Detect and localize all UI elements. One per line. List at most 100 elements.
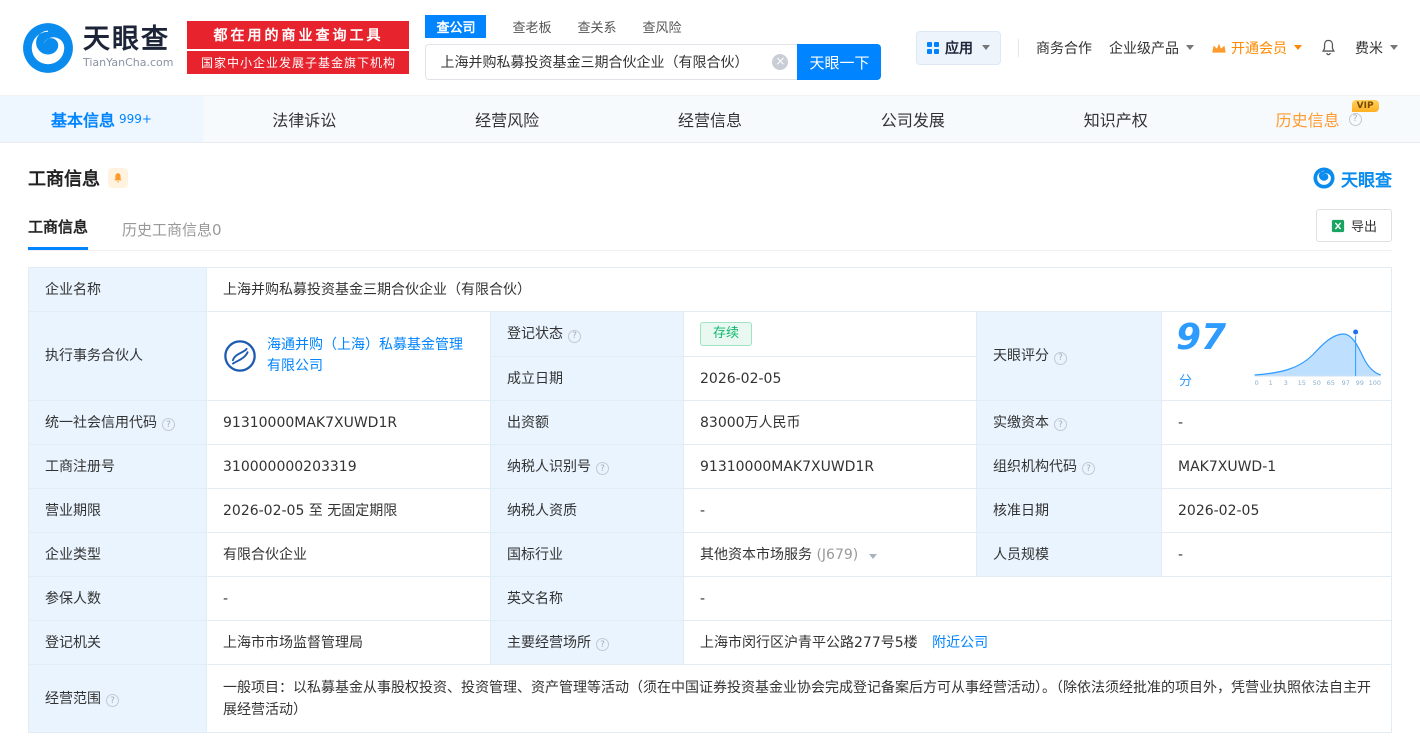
clear-icon[interactable] (772, 54, 789, 70)
business-term-label: 营业期限 (28, 488, 207, 533)
brand-domain: TianYanCha.com (83, 56, 174, 70)
capital-value: 83000万人民币 (683, 400, 977, 445)
approval-date-label: 核准日期 (976, 488, 1162, 533)
watermark-text: 天眼查 (1341, 170, 1392, 191)
apps-grid-icon (927, 41, 939, 54)
help-icon[interactable] (1054, 351, 1067, 365)
english-name-label: 英文名称 (490, 576, 684, 621)
tab-basic-info[interactable]: 基本信息 999+ (0, 96, 203, 142)
label-text: 经营范围 (45, 690, 101, 707)
banner-line1: 都在用的商业查询工具 (187, 21, 410, 49)
tab-label: 历史信息 (1275, 111, 1340, 130)
open-vip-label: 开通会员 (1231, 40, 1287, 57)
business-info-table: 企业名称 上海并购私募投资基金三期合伙企业（有限合伙） 执行事务合伙人 海通并购… (28, 267, 1392, 733)
search-tab-company[interactable]: 查公司 (425, 15, 487, 38)
tianyancha-logo-icon (1313, 167, 1335, 189)
subscribe-bell-icon[interactable] (108, 168, 128, 188)
table-row: 企业名称 上海并购私募投资基金三期合伙企业（有限合伙） (28, 267, 1392, 312)
business-cooperation-link[interactable]: 商务合作 (1036, 38, 1092, 58)
count-badge: 999+ (118, 112, 152, 126)
svg-text:97: 97 (1341, 379, 1349, 387)
search-tab-boss[interactable]: 查老板 (512, 17, 551, 36)
tab-label: 经营信息 (678, 111, 743, 130)
org-code-value: MAK7XUWD-1 (1161, 444, 1392, 489)
open-vip-link[interactable]: 开通会员 (1211, 38, 1302, 58)
apps-label: 应用 (945, 40, 973, 57)
tab-company-development[interactable]: 公司发展 (811, 96, 1014, 142)
notification-bell-icon[interactable] (1319, 38, 1338, 57)
registration-number-label: 工商注册号 (28, 444, 207, 489)
search-tab-relation[interactable]: 查关系 (577, 17, 616, 36)
staff-size-label: 人员规模 (976, 532, 1162, 577)
svg-text:1: 1 (1268, 379, 1272, 387)
approval-date-value: 2026-02-05 (1161, 488, 1392, 533)
search-box (425, 44, 798, 80)
tab-label: 法律诉讼 (272, 111, 337, 130)
tianyancha-logo-icon (23, 22, 73, 73)
english-name-value: - (683, 576, 1392, 621)
credit-code-label: 统一社会信用代码 (28, 400, 207, 445)
help-icon[interactable] (106, 694, 119, 707)
taxpayer-quality-value: - (683, 488, 977, 533)
company-name-label: 企业名称 (28, 267, 207, 312)
svg-text:15: 15 (1297, 379, 1305, 387)
business-address-label: 主要经营场所 (490, 620, 684, 665)
chevron-down-icon[interactable] (868, 553, 877, 559)
label-text: 登记状态 (507, 326, 563, 342)
registration-number-value: 310000000203319 (206, 444, 491, 489)
registry-authority-value: 上海市市场监督管理局 (206, 620, 491, 665)
help-icon[interactable] (1054, 418, 1067, 431)
business-address-value: 上海市闵行区沪青平公路277号5楼 附近公司 (683, 620, 1392, 665)
chevron-down-icon (1390, 45, 1398, 50)
tianyancha-logo[interactable]: 天眼查 TianYanCha.com (22, 22, 173, 74)
staff-size-value: - (1161, 532, 1392, 577)
taxpayer-id-label: 纳税人识别号 (490, 444, 684, 489)
executive-partner-value: 海通并购（上海）私募基金管理有限公司 (206, 311, 491, 401)
help-icon[interactable] (1082, 462, 1095, 475)
executive-partner-link[interactable]: 海通并购（上海）私募基金管理有限公司 (267, 335, 474, 377)
help-icon[interactable] (596, 638, 609, 651)
company-type-label: 企业类型 (28, 532, 207, 577)
industry-label: 国标行业 (490, 532, 684, 577)
status-badge: 存续 (700, 322, 753, 346)
subtab-history-business-info[interactable]: 历史工商信息0 (122, 219, 222, 250)
search-tab-risk[interactable]: 查风险 (643, 17, 682, 36)
company-name-value: 上海并购私募投资基金三期合伙企业（有限合伙） (206, 267, 1392, 312)
help-icon[interactable] (162, 418, 175, 431)
credit-code-value: 91310000MAK7XUWD1R (206, 400, 491, 445)
industry-code: (J679) (816, 546, 859, 563)
search-tabs: 查公司 查老板 查关系 查风险 (425, 15, 881, 38)
export-button[interactable]: 导出 (1315, 209, 1392, 242)
nearby-companies-link[interactable]: 附近公司 (932, 635, 988, 651)
vip-badge: VIP (1351, 100, 1379, 112)
table-row: 统一社会信用代码 91310000MAK7XUWD1R 出资额 83000万人民… (28, 400, 1392, 445)
enterprise-product-label: 企业级产品 (1109, 40, 1179, 57)
subtab-business-info[interactable]: 工商信息 (28, 216, 89, 250)
tab-intellectual-property[interactable]: 知识产权 (1014, 96, 1217, 142)
user-menu[interactable]: 费米 (1355, 38, 1398, 58)
insured-count-value: - (206, 576, 491, 621)
tab-operation-info[interactable]: 经营信息 (609, 96, 812, 142)
tab-legal-proceedings[interactable]: 法律诉讼 (203, 96, 406, 142)
apps-button[interactable]: 应用 (916, 30, 1001, 65)
tab-label: 经营风险 (475, 111, 540, 130)
brand-name: 天眼查 (83, 23, 170, 55)
industry-value: 其他资本市场服务 (J679) (683, 532, 977, 577)
capital-label: 出资额 (490, 400, 684, 445)
help-icon[interactable] (596, 462, 609, 475)
tab-operation-risk[interactable]: 经营风险 (406, 96, 609, 142)
section-header: 工商信息 天眼查 (28, 165, 1392, 191)
score-value: 97分 0 1 3 15 50 65 97 99 100 (1161, 311, 1392, 401)
help-icon (1348, 112, 1362, 126)
chevron-down-icon (982, 45, 990, 50)
industry-name: 其他资本市场服务 (700, 546, 812, 563)
enterprise-product-link[interactable]: 企业级产品 (1109, 38, 1194, 58)
executive-partner-label: 执行事务合伙人 (28, 311, 207, 401)
label-text: 天眼评分 (993, 348, 1049, 364)
banner-line2: 国家中小企业发展子基金旗下机构 (187, 51, 410, 74)
search-input[interactable] (438, 53, 768, 71)
tab-history-info[interactable]: VIP 历史信息 (1217, 96, 1420, 142)
business-term-value: 2026-02-05 至 无固定期限 (206, 488, 491, 533)
search-button[interactable]: 天眼一下 (797, 44, 882, 80)
help-icon[interactable] (568, 329, 581, 343)
